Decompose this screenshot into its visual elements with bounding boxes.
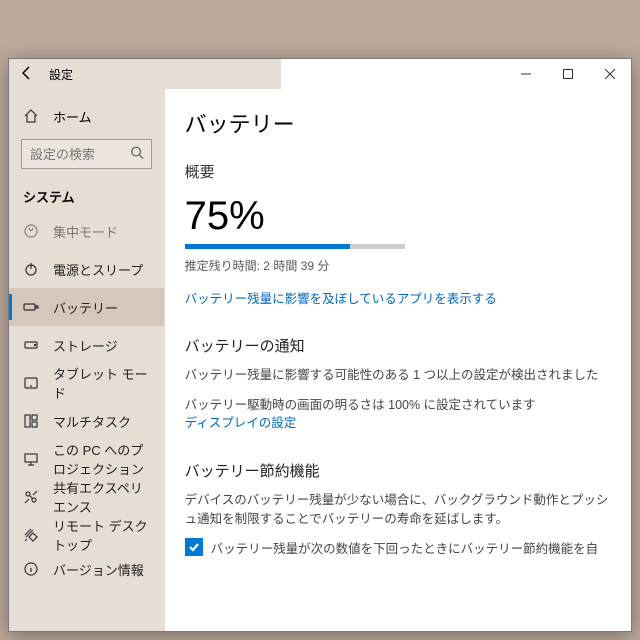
sidebar-nav: 集中モード 電源とスリープ バッテリー [9,212,164,631]
overview-heading: 概要 [185,161,611,182]
app-header: 設定 [9,59,281,89]
sidebar-item-label: 電源とスリープ [53,260,143,279]
sidebar-home-label: ホーム [53,107,92,126]
projection-icon [23,451,39,467]
sidebar-item-label: リモート デスクトップ [53,516,150,554]
search-wrap [21,139,152,169]
battery-saver-checkbox-row: バッテリー残量が次の数値を下回ったときにバッテリー節約機能を自 [185,538,611,557]
storage-icon [23,337,39,353]
battery-apps-link[interactable]: バッテリー残量に影響を及ぼしているアプリを表示する [185,288,611,307]
sidebar-item-label: 集中モード [53,222,118,241]
battery-saver-checkbox[interactable] [185,538,203,556]
battery-saver-heading: バッテリー節約機能 [185,460,611,481]
sidebar-item-focus[interactable]: 集中モード [9,212,164,250]
battery-notice-line2: バッテリー駆動時の画面の明るさは 100% に設定されています [185,398,536,412]
battery-notice-text-1: バッテリー残量に影響する可能性のある 1 つ以上の設定が検出されました [185,366,611,384]
power-icon [23,261,39,277]
battery-saver-section: バッテリー節約機能 デバイスのバッテリー残量が少ない場合に、バックグラウンド動作… [185,460,611,556]
battery-progress-fill [185,244,350,249]
minimize-button[interactable] [505,59,547,89]
sidebar-item-label: マルチタスク [53,412,131,431]
settings-window: 設定 ホーム [8,58,632,632]
search-icon [130,146,144,163]
sidebar-item-projection[interactable]: この PC へのプロジェクション [9,440,164,478]
sidebar-category-label: システム [9,179,164,212]
back-button[interactable] [19,65,35,84]
app-title: 設定 [49,66,73,83]
shared-icon [23,489,39,505]
sidebar-item-about[interactable]: バージョン情報 [9,554,164,584]
battery-notice-heading: バッテリーの通知 [185,335,611,356]
maximize-button[interactable] [547,59,589,89]
battery-percent: 75% [185,196,611,236]
display-settings-link[interactable]: ディスプレイの設定 [185,416,297,430]
info-icon [23,561,39,577]
sidebar-item-label: タブレット モード [53,364,150,402]
sidebar-item-label: 共有エクスペリエンス [53,478,150,516]
home-icon [23,108,39,124]
battery-saver-desc: デバイスのバッテリー残量が少ない場合に、バックグラウンド動作とプッシュ通知を制限… [185,491,611,527]
sidebar-item-remote[interactable]: リモート デスクトップ [9,516,164,554]
battery-progress [185,244,405,249]
close-button[interactable] [589,59,631,89]
multitask-icon [23,413,39,429]
sidebar-item-tablet[interactable]: タブレット モード [9,364,164,402]
battery-saver-checkbox-label: バッテリー残量が次の数値を下回ったときにバッテリー節約機能を自 [211,538,599,557]
sidebar-item-label: ストレージ [53,336,118,355]
battery-estimate: 推定残り時間: 2 時間 39 分 [185,257,611,274]
sidebar-item-shared[interactable]: 共有エクスペリエンス [9,478,164,516]
sidebar-item-multitask[interactable]: マルチタスク [9,402,164,440]
sidebar-item-label: バッテリー [53,298,118,317]
sidebar-item-power[interactable]: 電源とスリープ [9,250,164,288]
sidebar-item-battery[interactable]: バッテリー [9,288,164,326]
sidebar-item-storage[interactable]: ストレージ [9,326,164,364]
tablet-icon [23,375,39,391]
remote-icon [23,527,39,543]
sidebar-item-label: この PC へのプロジェクション [53,440,150,478]
focus-icon [23,223,39,239]
sidebar: ホーム システム 集中モード [9,89,165,631]
sidebar-item-label: バージョン情報 [53,560,144,579]
battery-icon [23,299,39,315]
sidebar-home[interactable]: ホーム [9,99,164,133]
main-panel: バッテリー 概要 75% 推定残り時間: 2 時間 39 分 バッテリー残量に影… [165,89,631,631]
battery-notice-text-2: バッテリー駆動時の画面の明るさは 100% に設定されています ディスプレイの設… [185,396,611,432]
battery-notice-section: バッテリーの通知 バッテリー残量に影響する可能性のある 1 つ以上の設定が検出さ… [185,335,611,432]
page-title: バッテリー [185,107,611,139]
